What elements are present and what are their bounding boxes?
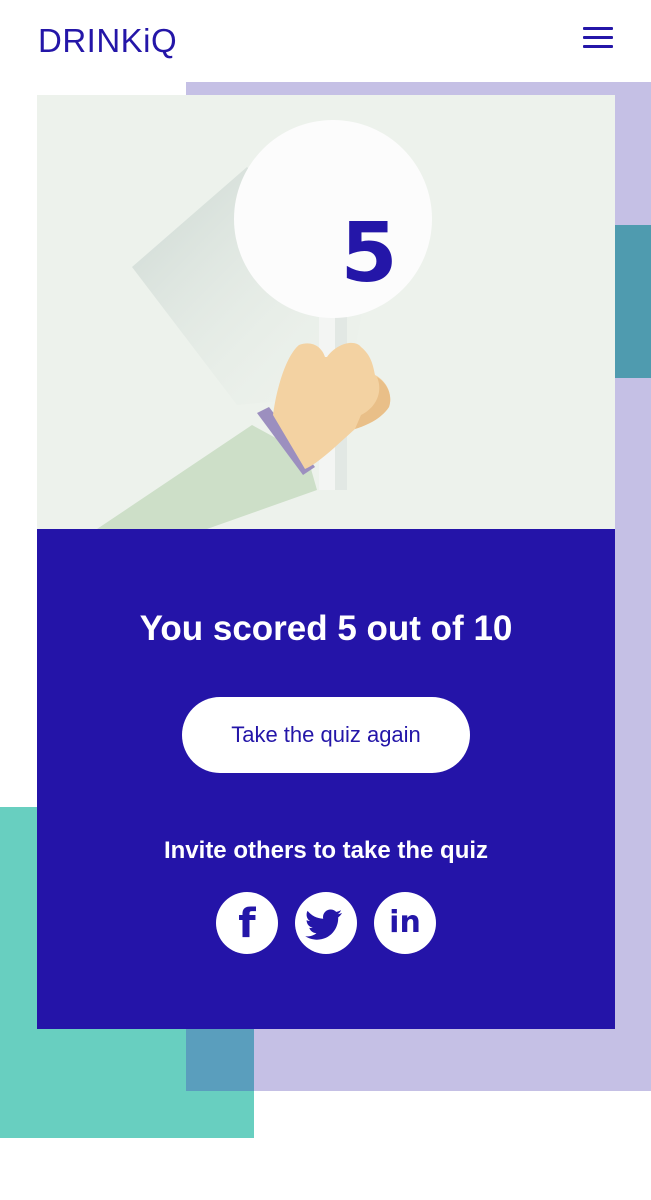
menu-line [583, 36, 613, 39]
drinkiq-logo[interactable]: DRINKiQ [38, 22, 177, 60]
menu-line [583, 27, 613, 30]
score-illustration: 5 [37, 95, 615, 529]
decorative-overlap-block [186, 1029, 254, 1091]
social-share-buttons: f in [216, 892, 436, 954]
twitter-share-button[interactable] [295, 892, 357, 954]
result-panel: You scored 5 out of 10 Take the quiz aga… [37, 529, 615, 1029]
site-header: DRINKiQ [0, 0, 651, 82]
hand-holding-sign-illustration [97, 120, 432, 529]
twitter-icon [305, 909, 342, 940]
retake-quiz-button[interactable]: Take the quiz again [182, 697, 470, 773]
decorative-overlap-side-block [615, 225, 651, 378]
menu-line [583, 45, 613, 48]
hamburger-menu-icon[interactable] [580, 24, 616, 52]
linkedin-icon: in [389, 905, 421, 940]
linkedin-share-button[interactable]: in [374, 892, 436, 954]
facebook-share-button[interactable]: f [216, 892, 278, 954]
score-sign-number: 5 [340, 206, 398, 301]
score-heading: You scored 5 out of 10 [139, 609, 513, 648]
facebook-icon: f [238, 901, 256, 947]
invite-heading: Invite others to take the quiz [163, 837, 489, 864]
